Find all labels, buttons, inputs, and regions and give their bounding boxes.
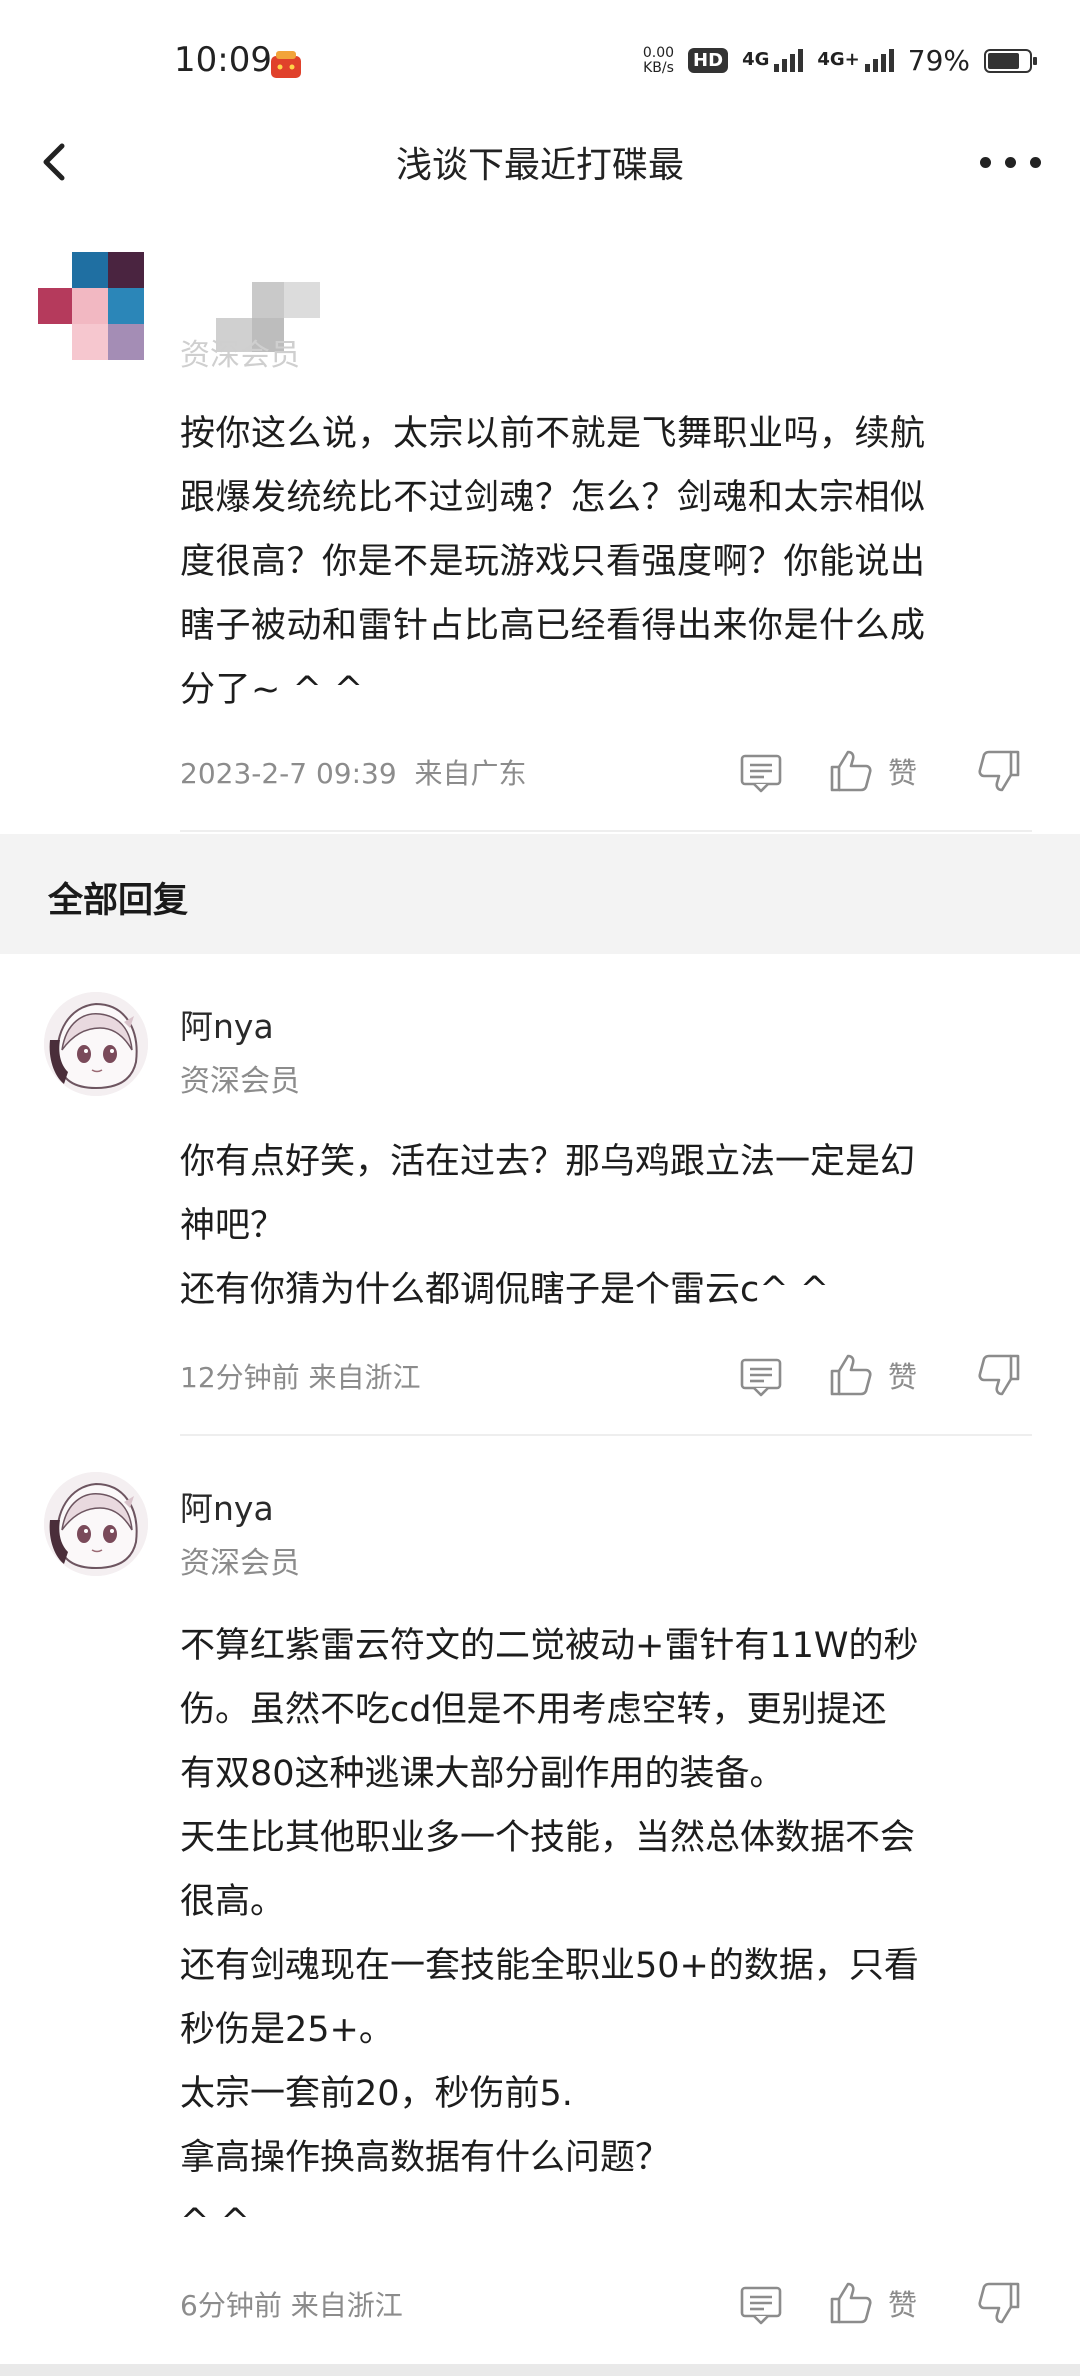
comment-icon[interactable] [738, 750, 784, 796]
avatar[interactable] [44, 992, 148, 1096]
status-indicators: 0.00 KB/s HD 4G 4G+ 79% [642, 44, 1037, 77]
thumb-down-icon[interactable] [976, 748, 1022, 794]
reply-time: 12分钟前 来自浙江 [180, 1361, 421, 1394]
more-button[interactable] [970, 142, 1050, 182]
post-content: 按你这么说，太宗以前不就是飞舞职业吗，续航 跟爆发统统比不过剑魂？怎么？剑魂和太… [180, 414, 926, 710]
signal-icon-2: 4G+ [817, 49, 894, 72]
reply-member-badge: 资深会员 [180, 1064, 300, 1099]
battery-icon [984, 48, 1037, 73]
thumb-up-icon [828, 2280, 874, 2326]
hd-badge: HD [688, 48, 729, 73]
reply-member-badge: 资深会员 [180, 1546, 300, 1581]
comment-icon[interactable] [738, 2282, 784, 2328]
avatar-image [44, 992, 148, 1096]
signal-icon: 4G [742, 49, 804, 72]
thumb-up-icon [828, 1352, 874, 1398]
like-button[interactable]: 赞 [828, 748, 917, 794]
battery-percent: 79% [907, 44, 970, 77]
reply-username[interactable]: 阿nya [180, 1000, 274, 1048]
divider [180, 830, 1032, 832]
status-time: 10:09 [174, 40, 272, 80]
reply-content: 你有点好笑，活在过去？那乌鸡跟立法一定是幻 神吧？ 还有你猜为什么都调侃瞎子是个… [180, 1142, 916, 1310]
reply-time: 6分钟前 来自浙江 [180, 2289, 403, 2322]
thumb-down-icon[interactable] [976, 1352, 1022, 1398]
net-speed: 0.00 KB/s [642, 44, 675, 76]
member-badge: 资深会员 [180, 338, 300, 373]
avatar-pixelated[interactable] [38, 252, 146, 360]
avatar[interactable] [44, 1472, 148, 1576]
notification-icon [271, 51, 301, 78]
reply-username[interactable]: 阿nya [180, 1482, 274, 1530]
bottom-edge [0, 2364, 1080, 2376]
like-button[interactable]: 赞 [828, 2280, 917, 2326]
more-dots-icon [979, 156, 991, 168]
page-title: 浅谈下最近打碟最 [395, 145, 684, 186]
reply-content: 不算红紫雷云符文的二觉被动+雷针有11W的秒 伤。虽然不吃cd但是不用考虑空转，… [180, 1626, 919, 2242]
divider [180, 1434, 1032, 1436]
comment-icon[interactable] [738, 1354, 784, 1400]
post-time: 2023-2-7 09:39 来自广东 [180, 757, 527, 790]
thumb-up-icon [828, 748, 874, 794]
section-title: 全部回复 [48, 881, 189, 921]
like-button[interactable]: 赞 [828, 1352, 917, 1398]
avatar-image [44, 1472, 148, 1576]
thumb-down-icon[interactable] [976, 2280, 1022, 2326]
